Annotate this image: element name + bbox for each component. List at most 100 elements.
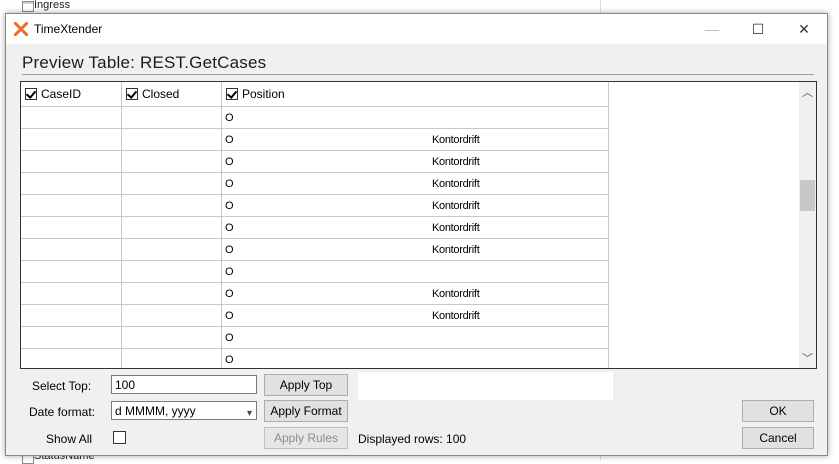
cell-closed[interactable] [122, 327, 222, 349]
cell-closed[interactable] [122, 151, 222, 173]
date-format-value: d MMMM, yyyy [115, 404, 196, 418]
table-row[interactable]: O [21, 107, 610, 129]
cell-position[interactable]: O Kontordrift [222, 239, 609, 261]
apply-rules-button[interactable]: Apply Rules [264, 427, 348, 449]
cell-caseid[interactable] [21, 305, 122, 327]
cell-caseid[interactable] [21, 327, 122, 349]
cell-closed[interactable] [122, 239, 222, 261]
tree-node-ingress[interactable]: Ingress [34, 0, 70, 11]
cell-lead-text: O [225, 310, 234, 322]
cell-closed[interactable] [122, 261, 222, 283]
cell-caseid[interactable] [21, 173, 122, 195]
column-checkbox[interactable] [126, 88, 138, 100]
cell-closed[interactable] [122, 283, 222, 305]
table-row[interactable]: O Kontordrift [21, 129, 610, 151]
cell-lead-text: O [225, 156, 234, 168]
cell-position[interactable]: O Kontordrift [222, 195, 609, 217]
redacted-area [234, 283, 429, 304]
show-all-checkbox[interactable] [113, 431, 126, 444]
cell-caseid[interactable] [21, 261, 122, 283]
preview-table-dialog: TimeXtender — ☐ ✕ Preview Table: REST.Ge… [5, 13, 828, 456]
table-row[interactable]: O Kontordrift [21, 305, 610, 327]
column-header-label: Closed [142, 87, 180, 101]
cell-position[interactable]: O Kontordrift [222, 217, 609, 239]
show-all-label: Show All [46, 432, 93, 446]
cell-position[interactable]: O Kontordrift [222, 129, 609, 151]
table-row[interactable]: O [21, 327, 610, 349]
apply-format-button[interactable]: Apply Format [264, 400, 348, 422]
scroll-down-icon[interactable]: ﹀ [802, 350, 813, 366]
scroll-up-icon[interactable]: ︿ [802, 84, 813, 100]
cell-caseid[interactable] [21, 195, 122, 217]
table-row[interactable]: O Kontordrift [21, 217, 610, 239]
preview-grid[interactable]: CaseID Closed Position O O Kontordrift O Kon… [20, 81, 817, 369]
column-checkbox[interactable] [25, 88, 37, 100]
cell-position[interactable]: O Kontordrift [222, 283, 609, 305]
cell-position[interactable]: O Kontordrift [222, 305, 609, 327]
minimize-button[interactable]: — [689, 14, 735, 44]
apply-top-button[interactable]: Apply Top [264, 374, 348, 396]
table-row[interactable]: O Kontordrift [21, 239, 610, 261]
ok-button[interactable]: OK [742, 400, 814, 422]
cell-caseid[interactable] [21, 129, 122, 151]
table-row[interactable]: O Kontordrift [21, 151, 610, 173]
title-bar[interactable]: TimeXtender — ☐ ✕ [6, 14, 827, 44]
column-header-position[interactable]: Position [222, 82, 609, 107]
table-row[interactable]: O Kontordrift [21, 195, 610, 217]
cell-closed[interactable] [122, 217, 222, 239]
cell-caseid[interactable] [21, 107, 122, 129]
column-header-closed[interactable]: Closed [122, 82, 222, 107]
column-checkbox[interactable] [226, 88, 238, 100]
cell-position[interactable]: O [222, 349, 609, 368]
cell-position[interactable]: O [222, 261, 609, 283]
chevron-down-icon[interactable]: ▾ [247, 404, 252, 423]
scrollbar-thumb[interactable] [800, 180, 815, 211]
table-row[interactable]: O [21, 261, 610, 283]
close-button[interactable]: ✕ [781, 14, 827, 44]
cell-lead-text: O [225, 222, 234, 234]
select-top-label: Select Top: [32, 379, 92, 393]
timextender-logo-icon [14, 22, 28, 36]
vertical-scrollbar[interactable]: ︿ ﹀ [799, 82, 816, 368]
column-header-label: Position [242, 87, 285, 101]
cell-lead-text: O [225, 200, 234, 212]
table-row[interactable]: O Kontordrift [21, 173, 610, 195]
cell-caseid[interactable] [21, 239, 122, 261]
cancel-button[interactable]: Cancel [742, 427, 814, 449]
redacted-area [234, 305, 429, 326]
cell-position[interactable]: O Kontordrift [222, 151, 609, 173]
column-header-caseid[interactable]: CaseID [21, 82, 122, 107]
redacted-area [234, 327, 429, 348]
cell-closed[interactable] [122, 129, 222, 151]
cell-caseid[interactable] [21, 283, 122, 305]
cell-lead-text: O [225, 288, 234, 300]
cell-closed[interactable] [122, 195, 222, 217]
redacted-area [234, 349, 429, 368]
cell-caseid[interactable] [21, 217, 122, 239]
column-header-label: CaseID [41, 87, 82, 101]
cell-lead-text: O [225, 354, 234, 366]
date-format-label: Date format: [29, 405, 96, 419]
redacted-area [234, 129, 429, 150]
cell-closed[interactable] [122, 107, 222, 129]
table-row[interactable]: O [21, 349, 610, 368]
cell-caseid[interactable] [21, 151, 122, 173]
date-format-select[interactable]: d MMMM, yyyy ▾ [111, 401, 257, 420]
cell-position[interactable]: O [222, 327, 609, 349]
cell-position[interactable]: O [222, 107, 609, 129]
cell-position-text: Kontordrift [432, 222, 480, 234]
maximize-button[interactable]: ☐ [735, 14, 781, 44]
redacted-area [234, 261, 429, 282]
select-top-input[interactable]: 100 [111, 375, 257, 394]
table-row[interactable]: O Kontordrift [21, 283, 610, 305]
cell-closed[interactable] [122, 349, 222, 368]
cell-caseid[interactable] [21, 349, 122, 368]
cell-closed[interactable] [122, 173, 222, 195]
cell-position[interactable]: O Kontordrift [222, 173, 609, 195]
redacted-area [234, 173, 429, 194]
cell-position-text: Kontordrift [432, 310, 480, 322]
cell-lead-text: O [225, 112, 234, 124]
redacted-area [234, 107, 429, 128]
blank-area [358, 372, 613, 400]
cell-closed[interactable] [122, 305, 222, 327]
